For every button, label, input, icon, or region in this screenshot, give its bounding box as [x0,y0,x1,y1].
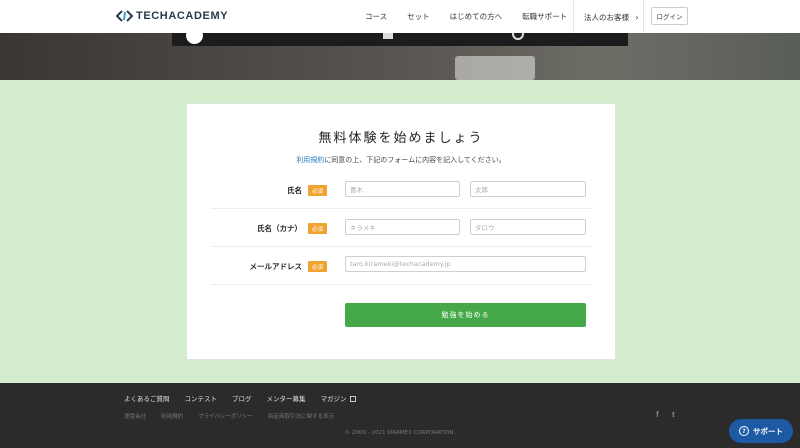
hero-square [383,33,393,39]
last-name-input[interactable]: 喜木 [345,181,460,197]
first-name-input[interactable]: 太郎 [470,181,586,197]
nav-divider [643,0,644,33]
email-row: メールアドレス 必須 taro.kirameki@techacademy.jp [211,247,593,285]
logo-chevron-icon [116,10,133,22]
site-footer: よくあるご質問 コンテスト ブログ メンター募集 マガジン 運営会社 利用規約 … [0,383,800,448]
email-input[interactable]: taro.kirameki@techacademy.jp [345,256,586,272]
signup-card: 無料体験を始めましょう 利用規約に同意の上、下記のフォームに内容を記入してくださ… [186,103,616,360]
hero-image [0,33,800,80]
terms-link[interactable]: 利用規約 [296,156,324,164]
footer-link-terms[interactable]: 利用規約 [161,412,183,420]
required-badge: 必須 [308,223,327,234]
footer-link-company[interactable]: 運営会社 [124,412,146,420]
footer-link-blog[interactable]: ブログ [232,393,252,403]
required-badge: 必須 [308,261,327,272]
footer-link-mentor[interactable]: メンター募集 [267,393,306,403]
form-subtitle-text: に同意の上、下記のフォームに内容を記入してください。 [324,156,506,164]
name-row: 氏名 必須 喜木 太郎 [211,171,593,209]
required-badge: 必須 [308,185,327,196]
external-link-icon [349,396,356,402]
email-label: メールアドレス [249,262,303,271]
logo[interactable]: TECHACADEMY [116,9,228,23]
question-icon: ? [739,426,749,436]
first-name-kana-input[interactable]: タロウ [470,219,586,235]
footer-link-contest[interactable]: コンテスト [185,393,218,403]
copyright: © 2009 - 2021 KIRAMEX CORPORATION. [344,430,456,436]
footer-links: よくあるご質問 コンテスト ブログ メンター募集 マガジン [124,393,356,403]
chevron-right-icon: › [635,13,639,22]
footer-link-magazine-label: マガジン [320,395,347,403]
nav-corporate[interactable]: 法人のお客様 › [584,12,639,23]
logo-text: TECHACADEMY [136,10,229,22]
kana-label: 氏名（カナ） [257,224,302,233]
support-button[interactable]: ? サポート [729,419,793,443]
nav-corporate-label: 法人のお客様 [584,13,629,22]
form-subtitle: 利用規約に同意の上、下記のフォームに内容を記入してください。 [187,155,615,165]
site-header: TECHACADEMY コース セット はじめての方へ 転職サポート 法人のお客… [0,0,800,33]
nav-beginners[interactable]: はじめての方へ [450,11,503,22]
footer-sub-links: 運営会社 利用規約 プライバシーポリシー 特定商取引法に関する表示 [124,412,334,420]
nav-set[interactable]: セット [407,11,430,22]
kana-row: 氏名（カナ） 必須 キラメキ タロウ [211,209,593,247]
login-button[interactable]: ログイン [651,7,688,25]
support-label: サポート [753,426,783,436]
start-learning-button[interactable]: 勉強を始める [345,303,586,327]
nav-career-support[interactable]: 転職サポート [522,11,567,22]
footer-link-faq[interactable]: よくあるご質問 [124,393,170,403]
hero-overlay-bar [172,33,628,46]
main-nav: コース セット はじめての方へ 転職サポート [360,0,587,33]
facebook-icon[interactable]: f [656,410,659,419]
twitter-icon[interactable]: t [672,410,675,419]
footer-link-privacy[interactable]: プライバシーポリシー [198,412,253,420]
nav-course[interactable]: コース [365,11,387,22]
hero-blur [455,56,535,80]
nav-divider [573,0,574,33]
footer-link-legal[interactable]: 特定商取引法に関する表示 [268,412,334,420]
footer-link-magazine[interactable]: マガジン [321,393,356,403]
name-label: 氏名 [287,186,302,195]
form-title: 無料体験を始めましょう [318,131,484,146]
last-name-kana-input[interactable]: キラメキ [345,219,460,235]
